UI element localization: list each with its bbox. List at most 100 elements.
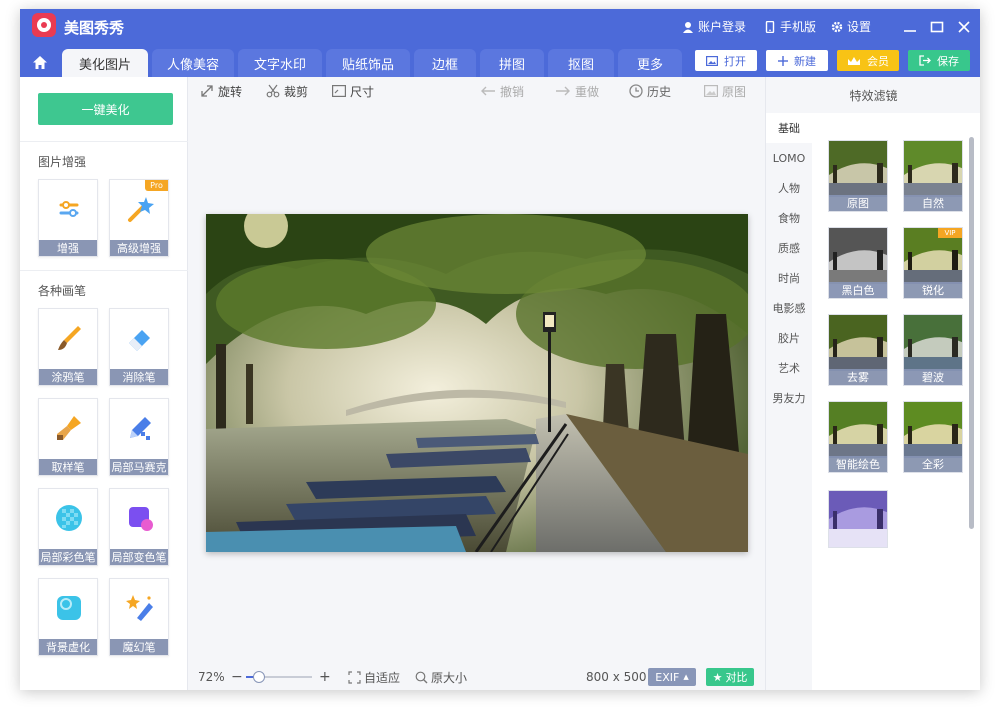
tab-collage[interactable]: 拼图 — [480, 49, 544, 77]
category-lomo[interactable]: LOMO — [766, 143, 812, 173]
gear-icon — [831, 21, 843, 32]
rotate-label: 旋转 — [218, 84, 243, 99]
tab-bar: 美化图片 人像美容 文字水印 贴纸饰品 边框 拼图 抠图 更多 打开 新建 会员… — [20, 44, 980, 77]
category-cinematic[interactable]: 电影感 — [766, 293, 812, 323]
undo-label: 撤销 — [500, 84, 525, 99]
compare-label: 对比 — [725, 671, 748, 684]
open-label: 打开 — [724, 54, 746, 68]
compare-button[interactable]: ★ 对比 — [706, 668, 754, 686]
new-button[interactable]: 新建 — [766, 50, 828, 71]
tab-cutout[interactable]: 抠图 — [548, 49, 614, 77]
category-fashion[interactable]: 时尚 — [766, 263, 812, 293]
tab-beautify[interactable]: 美化图片 — [62, 49, 148, 77]
tab-frame[interactable]: 边框 — [414, 49, 476, 77]
filter-black-white[interactable]: 黑白色 — [828, 227, 888, 299]
maximize-button[interactable] — [924, 9, 950, 44]
vip-label: 会员 — [867, 54, 889, 68]
tool-label: 增强 — [39, 240, 97, 256]
crop-button[interactable]: 裁剪 — [266, 83, 308, 99]
save-label: 保存 — [937, 54, 959, 68]
login-label: 账户登录 — [698, 20, 747, 34]
tool-advanced-enhance[interactable]: Pro 高级增强 — [109, 179, 169, 257]
filter-natural[interactable]: 自然 — [903, 140, 963, 212]
redo-button[interactable]: 重做 — [555, 83, 599, 99]
original-button[interactable]: 原图 — [704, 83, 746, 99]
tool-label: 背景虚化 — [39, 639, 97, 655]
zoom-slider-knob[interactable] — [253, 671, 266, 683]
filter-label: 原图 — [829, 195, 887, 211]
original-label: 原图 — [722, 84, 747, 99]
undo-button[interactable]: 撤销 — [480, 83, 524, 99]
minimize-icon — [904, 29, 916, 32]
divider — [20, 141, 188, 142]
actual-size-button[interactable]: 原大小 — [415, 669, 467, 686]
category-basic[interactable]: 基础 — [766, 113, 812, 143]
login-link[interactable]: 账户登录 — [682, 9, 746, 44]
filter-full-color[interactable]: 全彩 — [903, 401, 963, 473]
app-window: 美图秀秀 账户登录 手机版 设置 美化图片 人像美容 文字水印 贴纸饰品 边框 … — [20, 9, 980, 690]
caret-up-icon: ▲ — [683, 673, 689, 681]
tab-stickers[interactable]: 贴纸饰品 — [326, 49, 410, 77]
category-food[interactable]: 食物 — [766, 203, 812, 233]
one-key-beautify-button[interactable]: 一键美化 — [38, 93, 173, 125]
size-label: 尺寸 — [350, 84, 375, 99]
zoom-in-button[interactable]: + — [319, 669, 331, 685]
paintbrush-icon — [58, 326, 81, 350]
mobile-link[interactable]: 手机版 — [764, 9, 816, 44]
filter-dreamy[interactable] — [828, 490, 888, 548]
tool-sampling-brush[interactable]: 取样笔 — [38, 398, 98, 476]
category-art[interactable]: 艺术 — [766, 353, 812, 383]
save-button[interactable]: 保存 — [908, 50, 970, 71]
maximize-icon — [930, 21, 944, 32]
rotate-button[interactable]: 旋转 — [200, 83, 242, 99]
crop-label: 裁剪 — [284, 84, 309, 99]
tab-portrait[interactable]: 人像美容 — [152, 49, 234, 77]
tab-text-watermark[interactable]: 文字水印 — [238, 49, 322, 77]
category-boyfriend[interactable]: 男友力 — [766, 383, 812, 413]
tab-more[interactable]: 更多 — [618, 49, 682, 77]
filter-label: 黑白色 — [829, 282, 887, 298]
sampling-brush-icon — [57, 416, 81, 440]
filter-scrollbar[interactable] — [969, 137, 974, 529]
category-film[interactable]: 胶片 — [766, 323, 812, 353]
tool-eraser-brush[interactable]: 消除笔 — [109, 308, 169, 386]
image-icon — [706, 55, 718, 66]
vip-button[interactable]: 会员 — [837, 50, 899, 71]
redo-arrow-icon — [556, 86, 570, 96]
history-button[interactable]: 历史 — [629, 83, 671, 99]
zoom-out-button[interactable]: − — [231, 669, 243, 685]
edited-photo[interactable] — [206, 214, 748, 552]
tool-local-color-brush[interactable]: 局部彩色笔 — [38, 488, 98, 566]
tool-background-blur[interactable]: 背景虚化 — [38, 578, 98, 656]
close-button[interactable] — [951, 9, 977, 44]
minimize-button[interactable] — [897, 9, 923, 44]
magic-brush-icon — [126, 595, 153, 621]
tool-local-recolor-brush[interactable]: 局部变色笔 — [109, 488, 169, 566]
home-button[interactable] — [26, 50, 54, 74]
size-button[interactable]: 尺寸 — [332, 83, 374, 99]
fit-screen-icon — [348, 670, 361, 684]
image-dimensions: 800 x 500 — [586, 670, 647, 684]
fit-button[interactable]: 自适应 — [348, 669, 400, 686]
checker-ball-icon — [56, 505, 82, 531]
filter-smart-color[interactable]: 智能绘色 — [828, 401, 888, 473]
open-button[interactable]: 打开 — [695, 50, 757, 71]
tool-enhance[interactable]: 增强 — [38, 179, 98, 257]
exif-button[interactable]: EXIF ▲ — [648, 668, 696, 686]
tool-magic-brush[interactable]: 魔幻笔 — [109, 578, 169, 656]
exif-label: EXIF — [655, 670, 680, 684]
filter-dehaze[interactable]: 去雾 — [828, 314, 888, 386]
filter-sharpen[interactable]: VIP 锐化 — [903, 227, 963, 299]
zoom-slider[interactable] — [246, 671, 312, 683]
filter-original[interactable]: 原图 — [828, 140, 888, 212]
tool-local-mosaic[interactable]: 局部马赛克 — [109, 398, 169, 476]
category-texture[interactable]: 质感 — [766, 233, 812, 263]
filter-blue-wave[interactable]: 碧波 — [903, 314, 963, 386]
title-bar: 美图秀秀 账户登录 手机版 设置 — [20, 9, 980, 44]
app-logo-icon — [32, 13, 56, 37]
filter-panel-title: 特效滤镜 — [766, 77, 980, 113]
tool-doodle-brush[interactable]: 涂鸦笔 — [38, 308, 98, 386]
category-portrait[interactable]: 人物 — [766, 173, 812, 203]
settings-link[interactable]: 设置 — [831, 9, 871, 44]
resize-icon — [332, 85, 346, 97]
